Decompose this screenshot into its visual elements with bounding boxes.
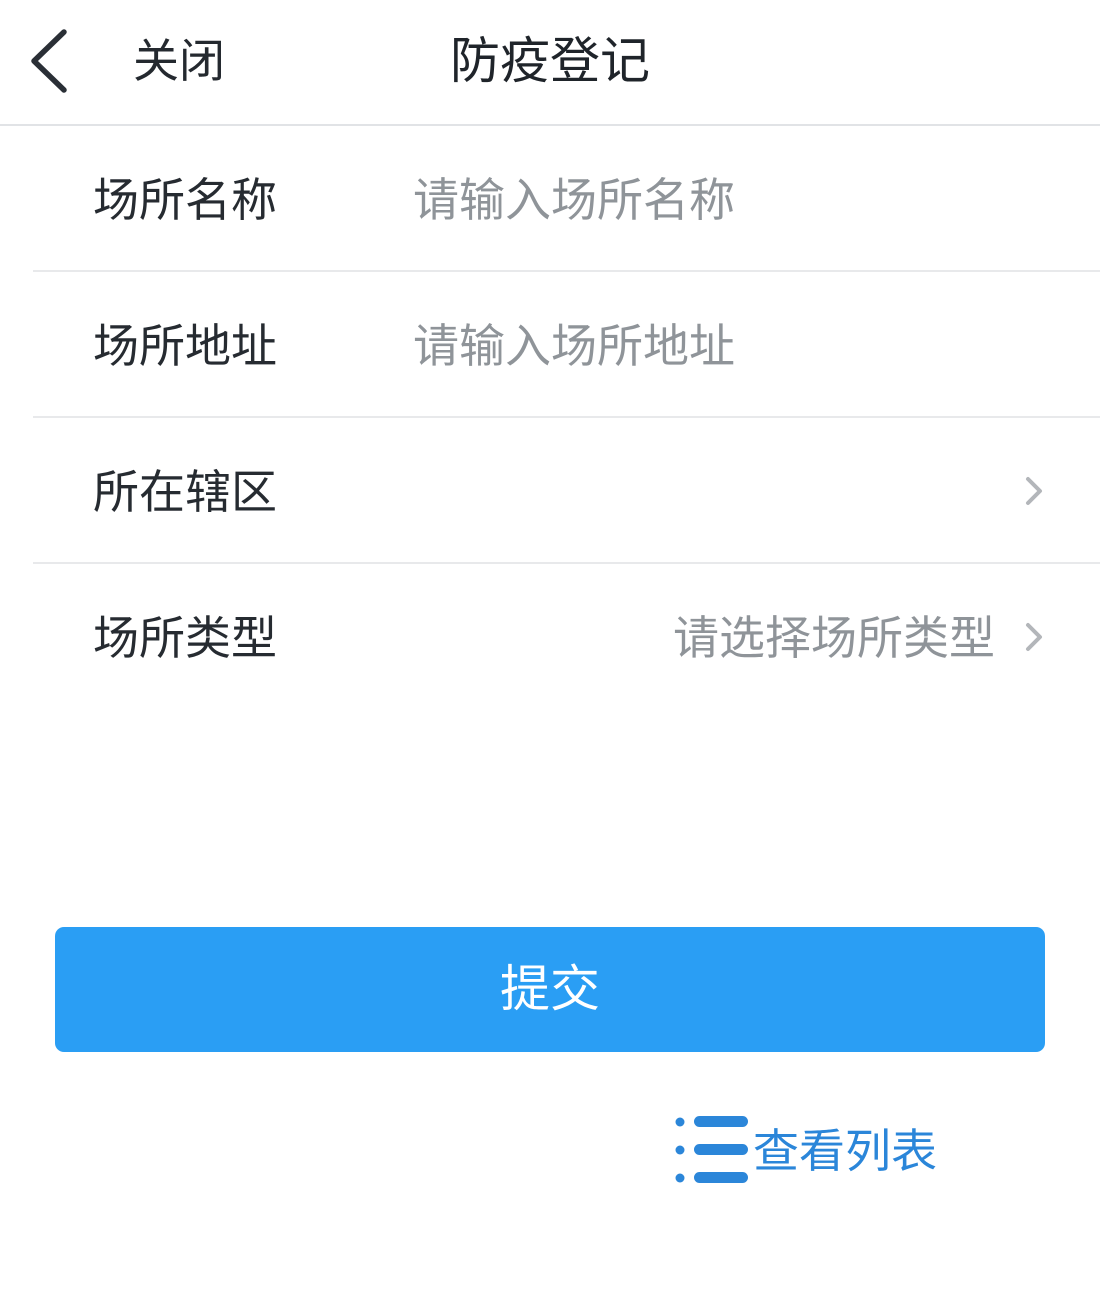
venue-name-label: 场所名称 [93, 173, 277, 227]
chevron-right-icon [1026, 623, 1042, 651]
venue-type-select-row[interactable]: 场所类型 请选择场所类型 [33, 564, 1100, 710]
venue-name-input[interactable] [413, 162, 1033, 238]
list-icon [675, 1116, 748, 1183]
venue-type-label: 场所类型 [93, 611, 277, 665]
district-label: 所在辖区 [93, 465, 277, 519]
venue-name-row: 场所名称 [33, 126, 1100, 272]
district-select-row[interactable]: 所在辖区 [33, 418, 1100, 564]
venue-address-label: 场所地址 [93, 319, 277, 373]
page-title: 防疫登记 [450, 32, 650, 90]
venue-address-row: 场所地址 [33, 272, 1100, 418]
view-list-label: 查看列表 [753, 1124, 937, 1178]
venue-type-value: 请选择场所类型 [673, 611, 995, 665]
registration-form: 场所名称 场所地址 所在辖区 场所类型 请选择场所类型 [0, 126, 1100, 710]
top-nav-bar: 关闭 防疫登记 [0, 0, 1100, 126]
venue-address-input[interactable] [413, 308, 1033, 384]
chevron-right-icon [1026, 477, 1042, 505]
submit-button[interactable]: 提交 [55, 927, 1045, 1052]
